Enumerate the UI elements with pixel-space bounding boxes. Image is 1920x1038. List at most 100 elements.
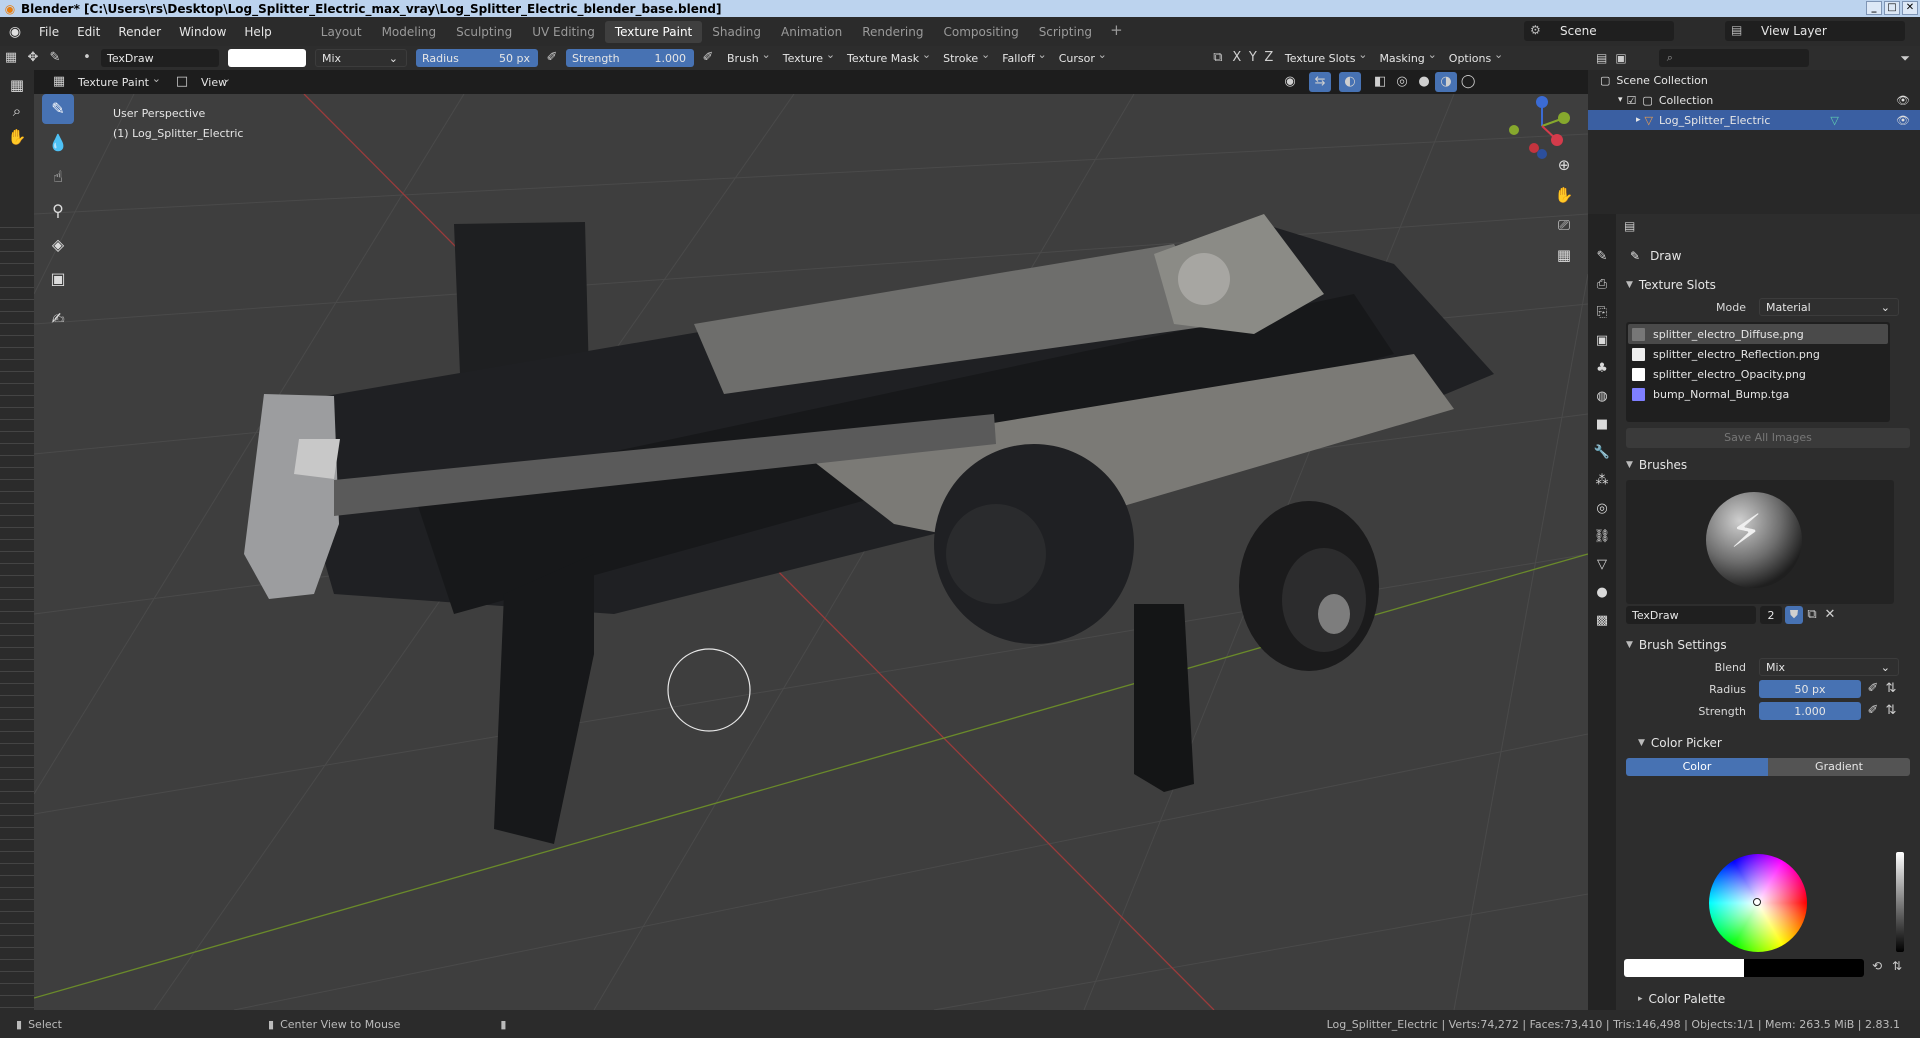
color-picker-panel-header[interactable]: ▼ Color Picker	[1616, 732, 1920, 754]
texture-dropdown[interactable]: Texture	[777, 48, 837, 65]
view-menu[interactable]: View	[195, 72, 233, 89]
tab-layout[interactable]: Layout	[311, 21, 372, 43]
3d-viewport[interactable]: User Perspective (1) Log_Splitter_Electr…	[34, 94, 1588, 1010]
outliner-search-input[interactable]: ⌕	[1658, 49, 1809, 67]
value-slider[interactable]	[1896, 852, 1904, 952]
unified-toggle-icon[interactable]: ⇅	[1882, 701, 1900, 721]
texture-slot-item[interactable]: splitter_electro_Reflection.png	[1628, 344, 1888, 364]
data-tab-icon[interactable]: ▽	[1589, 552, 1615, 578]
filter-icon[interactable]: ⏷	[1900, 51, 1910, 66]
tab-texture-paint[interactable]: Texture Paint	[604, 20, 703, 43]
color-palette-panel-header[interactable]: ▸ Color Palette	[1628, 988, 1725, 1010]
gradient-tab[interactable]: Gradient	[1768, 758, 1910, 776]
constraints-tab-icon[interactable]: ⛓	[1589, 524, 1615, 550]
minimize-button[interactable]: _	[1866, 1, 1882, 15]
color-wheel[interactable]	[1709, 854, 1807, 952]
mode-selector[interactable]: Texture Paint	[72, 72, 163, 89]
brush-name-field[interactable]: TexDraw	[101, 49, 219, 67]
grid-icon[interactable]: ▦	[4, 72, 30, 98]
masking-dropdown[interactable]: Masking	[1373, 48, 1438, 65]
fill-tool-icon[interactable]: ◈	[42, 230, 74, 260]
view-layer-tab-icon[interactable]: ▣	[1589, 328, 1615, 354]
material-tab-icon[interactable]: ●	[1589, 580, 1615, 606]
tab-shading[interactable]: Shading	[702, 21, 771, 43]
menu-file[interactable]: File	[30, 25, 68, 39]
brush-color-swatch[interactable]	[228, 49, 306, 67]
object-tab-icon[interactable]: ■	[1589, 412, 1615, 438]
tab-animation[interactable]: Animation	[771, 21, 852, 43]
brush-icon[interactable]: ✎	[44, 48, 66, 68]
texture-slot-item[interactable]: bump_Normal_Bump.tga	[1628, 384, 1888, 404]
pan-hand-icon[interactable]: ✋	[1551, 182, 1577, 208]
mode-select[interactable]: Material ⌄	[1759, 298, 1899, 316]
transform-icon[interactable]: ✥	[22, 48, 44, 68]
navigation-gizmo[interactable]	[1509, 96, 1570, 159]
duplicate-brush-icon[interactable]: ⧉	[1803, 605, 1821, 625]
brush-settings-panel-header[interactable]: ▼ Brush Settings	[1616, 634, 1920, 656]
color-wheel-cursor[interactable]	[1753, 898, 1761, 906]
pressure-pen-icon[interactable]: ✐	[697, 48, 719, 68]
unified-color-icon[interactable]: ⇅	[1892, 959, 1902, 973]
soften-tool-icon[interactable]: 💧	[42, 128, 74, 158]
particles-tab-icon[interactable]: ⁂	[1589, 468, 1615, 494]
draw-tool-icon[interactable]: ✎	[42, 94, 74, 124]
swap-colors-icon[interactable]: ⟲	[1872, 959, 1882, 973]
annotate-tool-icon[interactable]: ✍	[42, 304, 74, 334]
tab-compositing[interactable]: Compositing	[933, 21, 1028, 43]
brush-name-field[interactable]: TexDraw	[1626, 606, 1756, 624]
symmetry-icon[interactable]: ⧉	[1207, 48, 1229, 68]
stroke-dropdown[interactable]: Stroke	[937, 48, 992, 65]
zoom-icon[interactable]: ⌕	[4, 98, 30, 124]
falloff-dropdown[interactable]: Falloff	[996, 48, 1048, 65]
scene-selector[interactable]: ⚙ Scene	[1524, 21, 1674, 41]
fake-user-shield-icon[interactable]: ⛊	[1785, 606, 1803, 624]
outliner-row-collection[interactable]: ▾ ☑ ▢ Collection 👁	[1588, 90, 1920, 110]
tab-modeling[interactable]: Modeling	[372, 21, 447, 43]
mask-tool-icon[interactable]: ▣	[42, 264, 74, 294]
maximize-button[interactable]: □	[1884, 1, 1900, 15]
cursor-dropdown[interactable]: Cursor	[1053, 48, 1109, 65]
world-tab-icon[interactable]: ◍	[1589, 384, 1615, 410]
add-workspace-button[interactable]: +	[1102, 21, 1131, 43]
texture-slot-item[interactable]: splitter_electro_Diffuse.png	[1628, 324, 1888, 344]
wireframe-shading-icon[interactable]: ◎	[1391, 72, 1413, 92]
clone-tool-icon[interactable]: ⚲	[42, 196, 74, 226]
texture-slots-panel-header[interactable]: ▼ Texture Slots	[1616, 274, 1920, 296]
brush-users-count[interactable]: 2	[1760, 606, 1782, 624]
unlink-brush-icon[interactable]: ✕	[1821, 605, 1839, 625]
texture-slots-dropdown[interactable]: Texture Slots	[1279, 48, 1370, 65]
tool-tab-active-icon[interactable]: ✎	[1589, 244, 1615, 270]
grid-view-icon[interactable]: ▦	[1551, 242, 1577, 268]
pressure-pen-icon[interactable]: ✐	[541, 48, 563, 68]
secondary-color-swatch[interactable]	[1744, 959, 1864, 977]
expand-arrow-icon[interactable]: ▾	[1618, 95, 1623, 105]
smear-tool-icon[interactable]: ☝	[42, 162, 74, 192]
outliner-row-object[interactable]: ▸ ▽ Log_Splitter_Electric ▽ 👁	[1588, 110, 1920, 130]
texture-tab-icon[interactable]: ▩	[1589, 608, 1615, 634]
gizmo-icon[interactable]: ⇆	[1309, 72, 1332, 92]
strength-field[interactable]: 1.000	[1759, 702, 1861, 720]
modifier-tab-icon[interactable]: 🔧	[1589, 440, 1615, 466]
options-dropdown[interactable]: Options	[1443, 48, 1505, 65]
tab-rendering[interactable]: Rendering	[852, 21, 933, 43]
texture-mask-dropdown[interactable]: Texture Mask	[841, 48, 933, 65]
brush-dropdown[interactable]: Brush	[721, 48, 773, 65]
blender-menu-icon[interactable]: ◉	[0, 24, 30, 40]
rendered-shading-icon[interactable]: ◯	[1457, 72, 1479, 92]
save-all-images-button[interactable]: Save All Images	[1626, 428, 1910, 448]
hand-icon[interactable]: ✋	[4, 124, 30, 150]
camera-icon[interactable]: ⎚	[1551, 212, 1577, 238]
color-tab[interactable]: Color	[1626, 758, 1768, 776]
render-tab-icon[interactable]: ⎙	[1589, 272, 1615, 298]
axis-z-toggle[interactable]: Z	[1261, 48, 1277, 68]
tab-sculpting[interactable]: Sculpting	[446, 21, 522, 43]
output-tab-icon[interactable]: ⎘	[1589, 300, 1615, 326]
axis-y-toggle[interactable]: Y	[1245, 48, 1261, 68]
eye-icon[interactable]: 👁	[1896, 114, 1910, 127]
axis-x-toggle[interactable]: X	[1229, 48, 1245, 68]
visibility-icon[interactable]: ◉	[1279, 72, 1301, 92]
menu-render[interactable]: Render	[109, 25, 170, 39]
brushes-panel-header[interactable]: ▼ Brushes	[1616, 454, 1920, 476]
primary-color-swatch[interactable]	[1624, 959, 1744, 977]
editor-type-icon[interactable]: ▤	[1596, 51, 1607, 65]
